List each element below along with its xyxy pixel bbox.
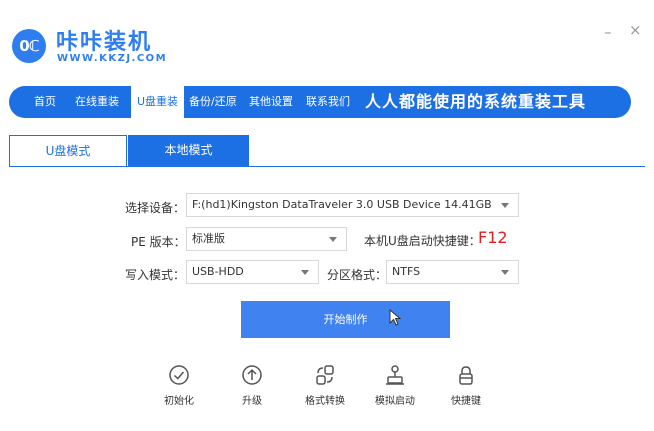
chevron-down-icon: [501, 203, 509, 208]
tool-hotkey[interactable]: 快捷键: [436, 364, 496, 407]
nav-item-other-settings[interactable]: 其他设置: [249, 86, 293, 118]
tool-format-convert[interactable]: 格式转换: [295, 364, 355, 407]
nav-item-online-reinstall[interactable]: 在线重装: [75, 86, 119, 118]
partition-label: 分区格式：: [327, 268, 388, 282]
convert-icon: [316, 365, 334, 385]
tool-simulate-boot[interactable]: 模拟启动: [365, 364, 425, 407]
simulate-boot-icon: [386, 365, 404, 385]
arrow-up-circle-icon: [242, 365, 262, 385]
tool-initialize[interactable]: 初始化: [149, 364, 209, 407]
nav-item-usb-reinstall[interactable]: U盘重装: [131, 86, 185, 118]
tool-format-convert-label: 格式转换: [305, 396, 345, 407]
tab-divider: [9, 166, 645, 167]
tool-initialize-label: 初始化: [164, 396, 194, 407]
tool-simulate-boot-label: 模拟启动: [375, 396, 415, 407]
tool-hotkey-label: 快捷键: [451, 396, 481, 407]
device-select[interactable]: F:(hd1)Kingston DataTraveler 3.0 USB Dev…: [186, 193, 519, 217]
tab-local-mode[interactable]: 本地模式: [128, 135, 249, 166]
check-circle-icon: [169, 365, 189, 385]
main-nav: 首页 在线重装 U盘重装 备份/还原 其他设置 联系我们 人人都能使用的系统重装…: [9, 86, 631, 118]
device-select-value: F:(hd1)Kingston DataTraveler 3.0 USB Dev…: [192, 198, 492, 211]
write-mode-select[interactable]: USB-HDD: [186, 260, 319, 284]
nav-item-home[interactable]: 首页: [34, 86, 56, 118]
partition-select[interactable]: NTFS: [386, 260, 519, 284]
nav-item-contact[interactable]: 联系我们: [306, 86, 350, 118]
chevron-down-icon: [329, 237, 337, 242]
write-mode-value: USB-HDD: [192, 265, 244, 278]
minimize-button[interactable]: –: [604, 24, 612, 40]
nav-item-backup-restore[interactable]: 备份/还原: [189, 86, 237, 118]
tool-upgrade[interactable]: 升级: [222, 364, 282, 407]
start-button[interactable]: 开始制作: [241, 301, 450, 338]
hotkey-value: F12: [478, 228, 508, 247]
chevron-down-icon: [301, 270, 309, 275]
tool-upgrade-label: 升级: [242, 396, 262, 407]
write-mode-label: 写入模式：: [125, 268, 186, 282]
mouse-cursor-icon: [389, 309, 402, 326]
device-label: 选择设备：: [125, 201, 186, 215]
nav-slogan: 人人都能使用的系统重装工具: [365, 92, 587, 111]
partition-value: NTFS: [392, 265, 421, 278]
close-button[interactable]: ×: [629, 22, 642, 38]
hotkey-label: 本机U盘启动快捷键：: [364, 234, 481, 248]
pe-version-select[interactable]: 标准版: [186, 227, 347, 251]
key-lock-icon: [459, 366, 473, 385]
pe-version-value: 标准版: [192, 232, 225, 245]
tab-usb-mode[interactable]: U盘模式: [9, 135, 127, 166]
brand-url: WWW.KKZJ.COM: [57, 53, 168, 64]
brand-name: 咔咔装机: [56, 30, 153, 55]
app-logo-icon: 0ℂ: [12, 29, 46, 63]
pe-version-label: PE 版本：: [131, 235, 186, 249]
chevron-down-icon: [501, 270, 509, 275]
